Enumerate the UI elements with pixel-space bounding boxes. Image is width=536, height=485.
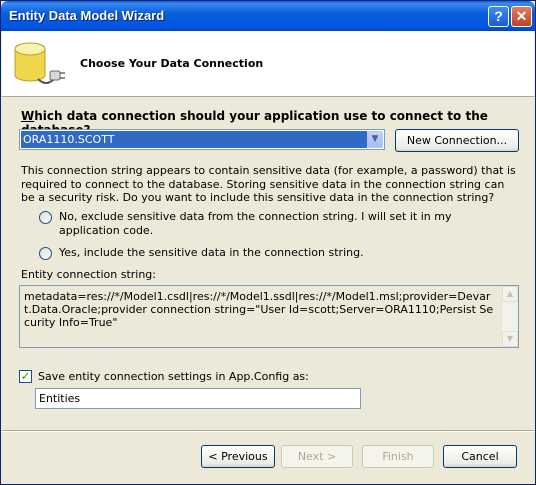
window-title: Entity Data Model Wizard [9,8,165,23]
chevron-down-icon[interactable]: ▼ [367,131,383,148]
page-title: Choose Your Data Connection [80,57,264,70]
vertical-scrollbar[interactable]: ▲ ▼ [502,286,518,347]
include-sensitive-label: Yes, include the sensitive data in the c… [59,246,364,259]
sensitive-data-warning: This connection string appears to contai… [21,164,516,204]
include-sensitive-option[interactable]: Yes, include the sensitive data in the c… [39,246,469,260]
wizard-header: Choose Your Data Connection [2,31,534,97]
include-sensitive-radio[interactable] [39,247,52,260]
entity-connection-value: metadata=res://*/Model1.csdl|res://*/Mod… [24,290,494,329]
exclude-sensitive-option[interactable]: No, exclude sensitive data from the conn… [39,210,469,237]
title-bar[interactable]: Entity Data Model Wizard ? ✕ [1,1,535,31]
finish-button[interactable]: Finish [362,445,434,468]
exclude-sensitive-label: No, exclude sensitive data from the conn… [59,210,452,237]
footer-divider [2,430,534,432]
save-settings-option[interactable]: ✓ Save entity connection settings in App… [19,370,309,383]
entity-connection-label: Entity connection string: [21,268,156,281]
close-button[interactable]: ✕ [511,6,532,27]
wizard-window: Entity Data Model Wizard ? ✕ Choose Your… [0,0,536,485]
config-name-input[interactable]: Entities [35,388,361,409]
question-mnemonic: W [21,109,35,123]
new-connection-button[interactable]: New Connection... [395,129,519,152]
save-settings-checkbox[interactable]: ✓ [19,370,32,383]
save-settings-label: Save entity connection settings in App.C… [38,370,309,383]
database-plug-icon [14,42,65,84]
entity-connection-string[interactable]: metadata=res://*/Model1.csdl|res://*/Mod… [19,285,519,348]
connection-select[interactable]: ORA1110.SCOTT ▼ [19,129,385,150]
cancel-button[interactable]: Cancel [443,445,517,468]
help-button[interactable]: ? [488,6,509,27]
previous-button[interactable]: < Previous [201,445,275,468]
scroll-up-icon[interactable]: ▲ [502,286,518,302]
connection-select-value: ORA1110.SCOTT [21,131,367,148]
scroll-down-icon[interactable]: ▼ [502,331,518,347]
exclude-sensitive-radio[interactable] [39,211,52,224]
next-button[interactable]: Next > [281,445,353,468]
